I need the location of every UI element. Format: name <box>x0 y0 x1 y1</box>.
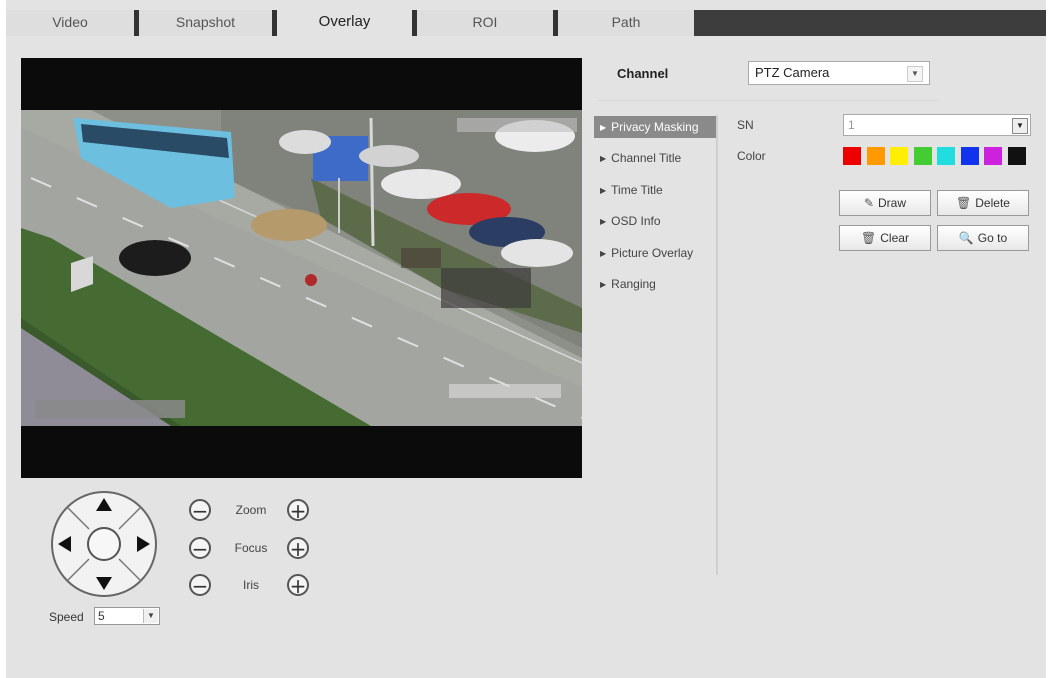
tab-video[interactable]: Video <box>6 10 134 36</box>
chevron-down-icon[interactable]: ▼ <box>143 609 158 623</box>
caret-right-icon: ▶ <box>600 280 607 289</box>
menu-item-time-title[interactable]: ▶ Time Title <box>594 179 716 201</box>
menu-item-label: Channel Title <box>611 151 682 165</box>
color-swatch[interactable] <box>1007 147 1026 165</box>
channel-value: PTZ Camera <box>755 65 830 80</box>
chevron-down-icon[interactable]: ▼ <box>907 66 923 82</box>
menu-item-label: Time Title <box>611 183 663 197</box>
iris-decrease-button[interactable]: − <box>189 574 211 596</box>
delete-button[interactable]: 🗑 Delete <box>937 190 1029 216</box>
menu-item-label: OSD Info <box>611 214 661 228</box>
sn-select[interactable]: 1 ▼ <box>843 114 1031 136</box>
color-swatch[interactable] <box>866 147 885 165</box>
iris-increase-button[interactable]: + <box>287 574 309 596</box>
caret-right-icon: ▶ <box>600 186 607 195</box>
speed-select[interactable]: 5 ▼ <box>94 607 160 625</box>
zoom-out-button[interactable]: − <box>189 499 211 521</box>
tab-roi[interactable]: ROI <box>417 10 553 36</box>
tab-overlay[interactable]: Overlay <box>277 10 412 36</box>
clear-button[interactable]: 🗑 Clear <box>839 225 931 251</box>
search-icon: 🔍 <box>958 231 974 245</box>
video-preview[interactable] <box>21 58 582 478</box>
color-swatch[interactable] <box>890 147 908 165</box>
speed-label: Speed <box>49 610 84 624</box>
menu-item-label: Privacy Masking <box>611 120 699 134</box>
menu-item-picture-overlay[interactable]: ▶ Picture Overlay <box>594 242 716 264</box>
menu-item-privacy-masking[interactable]: ▶ Privacy Masking <box>594 116 716 138</box>
menu-item-osd-info[interactable]: ▶ OSD Info <box>594 210 716 232</box>
caret-right-icon: ▶ <box>600 154 607 163</box>
chevron-down-icon[interactable]: ▼ <box>1012 118 1028 134</box>
color-swatch[interactable] <box>913 147 932 165</box>
goto-button[interactable]: 🔍 Go to <box>937 225 1029 251</box>
camera-scene-image <box>21 58 582 478</box>
trash-icon: 🗑 <box>956 196 972 210</box>
caret-right-icon: ▶ <box>600 217 607 226</box>
channel-select[interactable]: PTZ Camera ▼ <box>748 61 930 85</box>
menu-item-label: Ranging <box>611 277 656 291</box>
color-label: Color <box>737 149 766 163</box>
goto-label: Go to <box>977 231 1008 245</box>
caret-right-icon: ▶ <box>600 249 607 258</box>
delete-label: Delete <box>975 196 1010 210</box>
zoom-label: Zoom <box>235 503 267 517</box>
menu-divider <box>716 115 718 575</box>
menu-item-label: Picture Overlay <box>611 246 694 260</box>
trash-icon: 🗑 <box>861 231 877 245</box>
tab-path[interactable]: Path <box>558 10 694 36</box>
color-swatch[interactable] <box>937 147 955 165</box>
color-swatch[interactable] <box>843 147 861 165</box>
ptz-direction-pad <box>50 490 158 598</box>
menu-item-ranging[interactable]: ▶ Ranging <box>594 273 716 295</box>
color-swatch[interactable] <box>960 147 979 165</box>
edit-icon: ✎ <box>863 196 875 210</box>
color-swatch[interactable] <box>984 147 1002 165</box>
draw-label: Draw <box>878 196 907 210</box>
menu-item-channel-title[interactable]: ▶ Channel Title <box>594 147 716 169</box>
divider <box>598 100 940 101</box>
focus-decrease-button[interactable]: − <box>189 537 211 559</box>
caret-right-icon: ▶ <box>600 123 607 132</box>
focus-increase-button[interactable]: + <box>287 537 309 559</box>
iris-label: Iris <box>243 578 259 592</box>
zoom-in-button[interactable]: + <box>287 499 309 521</box>
channel-label: Channel <box>617 66 669 81</box>
draw-button[interactable]: ✎ Draw <box>839 190 931 216</box>
focus-label: Focus <box>234 541 268 555</box>
sn-value: 1 <box>848 118 855 132</box>
clear-label: Clear <box>880 231 909 245</box>
speed-value: 5 <box>98 609 105 623</box>
sn-label: SN <box>737 118 754 132</box>
tab-snapshot[interactable]: Snapshot <box>139 10 272 36</box>
